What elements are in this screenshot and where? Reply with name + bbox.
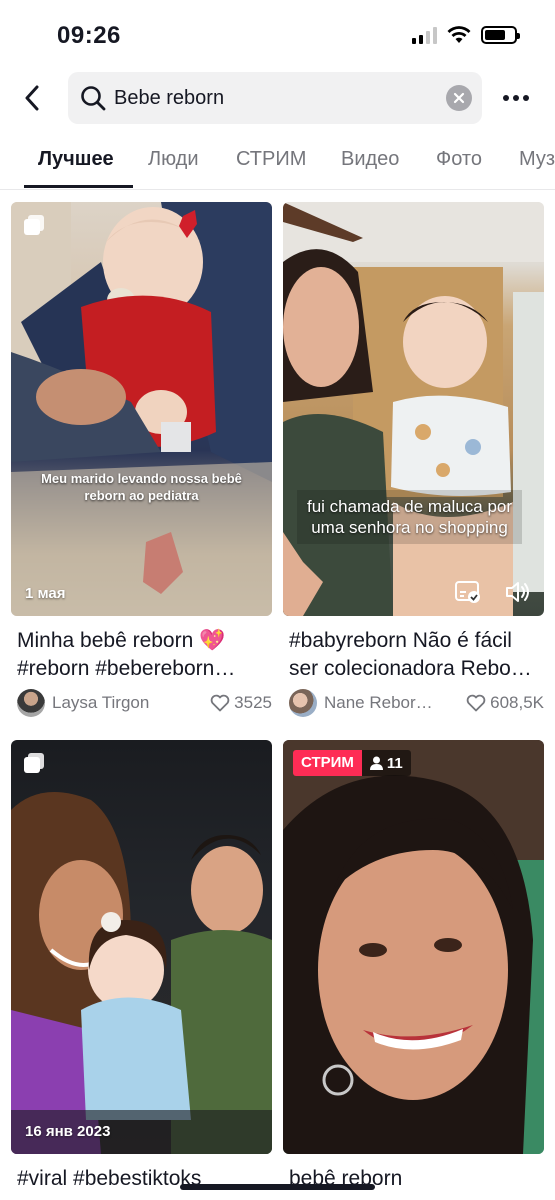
- title-line: ser colecionadora Rebo…: [289, 657, 532, 680]
- volume-icon[interactable]: [505, 580, 531, 604]
- heart-icon: [210, 694, 230, 712]
- card-thumbnail[interactable]: СТРИМ 11: [283, 740, 544, 1154]
- author-name[interactable]: Laysa Tirgon: [52, 693, 210, 713]
- close-icon: [453, 92, 465, 104]
- like-count: 3525: [210, 693, 272, 713]
- card-title[interactable]: Minha bebê reborn 💖 #reborn #bebereborn…: [17, 627, 272, 683]
- cellular-signal-icon: [412, 26, 437, 44]
- author-name[interactable]: Nane Rebor…: [324, 693, 466, 713]
- likes-value: 3525: [234, 693, 272, 712]
- active-tab-indicator: [24, 185, 133, 188]
- status-icons: [412, 26, 520, 44]
- tab-live[interactable]: СТРИМ: [236, 148, 306, 171]
- wifi-icon: [447, 26, 471, 43]
- back-button[interactable]: [14, 80, 50, 116]
- battery-icon: [481, 26, 520, 44]
- search-tabs: Лучшее Люди СТРИМ Видео Фото Муз: [0, 140, 555, 190]
- status-time: 09:26: [57, 22, 121, 49]
- post-date: 16 янв 2023: [25, 1123, 111, 1140]
- viewer-value: 11: [386, 754, 403, 772]
- card-thumbnail[interactable]: 16 янв 2023: [11, 740, 272, 1154]
- overlay-caption: Meu marido levando nossa bebê reborn ao …: [41, 471, 242, 503]
- photo-carousel-icon: [24, 215, 44, 235]
- card-thumbnail[interactable]: Meu marido levando nossa bebê reborn ao …: [11, 202, 272, 616]
- title-line: #reborn #bebereborn…: [17, 657, 236, 680]
- card-title[interactable]: #babyreborn Não é fácil ser colecionador…: [289, 627, 544, 683]
- live-tag: СТРИМ: [293, 750, 362, 776]
- avatar[interactable]: [17, 689, 45, 717]
- avatar[interactable]: [289, 689, 317, 717]
- tab-videos[interactable]: Видео: [341, 148, 399, 171]
- photo-carousel-icon: [24, 753, 44, 773]
- card-thumbnail[interactable]: fui chamada de maluca por uma senhora no…: [283, 202, 544, 616]
- heart-icon: [466, 694, 486, 712]
- viewer-count: 11: [361, 750, 411, 776]
- woman-portrait-illustration: [283, 740, 544, 1154]
- clear-search-button[interactable]: [446, 85, 472, 111]
- dot-icon: [523, 95, 529, 101]
- post-date: 1 мая: [25, 585, 66, 602]
- status-bar: 09:26: [0, 0, 555, 70]
- tab-photos[interactable]: Фото: [436, 148, 482, 171]
- woman-baby-illustration: [283, 202, 544, 616]
- title-line: Minha bebê reborn 💖: [17, 629, 226, 652]
- tab-music[interactable]: Муз: [519, 148, 555, 171]
- dot-icon: [503, 95, 509, 101]
- search-query[interactable]: Bebe reborn: [114, 87, 446, 110]
- family-selfie-illustration: [11, 792, 272, 1154]
- title-line: #babyreborn Não é fácil: [289, 629, 512, 652]
- chevron-left-icon: [25, 85, 39, 111]
- more-options-button[interactable]: [500, 86, 532, 110]
- baby-photo-illustration: [11, 202, 272, 616]
- tab-top[interactable]: Лучшее: [38, 148, 114, 171]
- like-count: 608,5K: [466, 693, 544, 713]
- overlay-caption: fui chamada de maluca por uma senhora no…: [297, 490, 522, 544]
- search-icon: [80, 85, 106, 111]
- captions-icon[interactable]: [455, 580, 481, 604]
- search-input[interactable]: Bebe reborn: [68, 72, 482, 124]
- likes-value: 608,5K: [490, 693, 544, 712]
- dot-icon: [513, 95, 519, 101]
- tab-users[interactable]: Люди: [148, 148, 199, 171]
- card-meta: Nane Rebor… 608,5K: [289, 688, 544, 718]
- home-indicator: [180, 1184, 375, 1190]
- search-header: Bebe reborn: [0, 72, 555, 124]
- person-icon: [369, 756, 383, 770]
- live-badge: СТРИМ 11: [293, 750, 411, 776]
- card-meta: Laysa Tirgon 3525: [17, 688, 272, 718]
